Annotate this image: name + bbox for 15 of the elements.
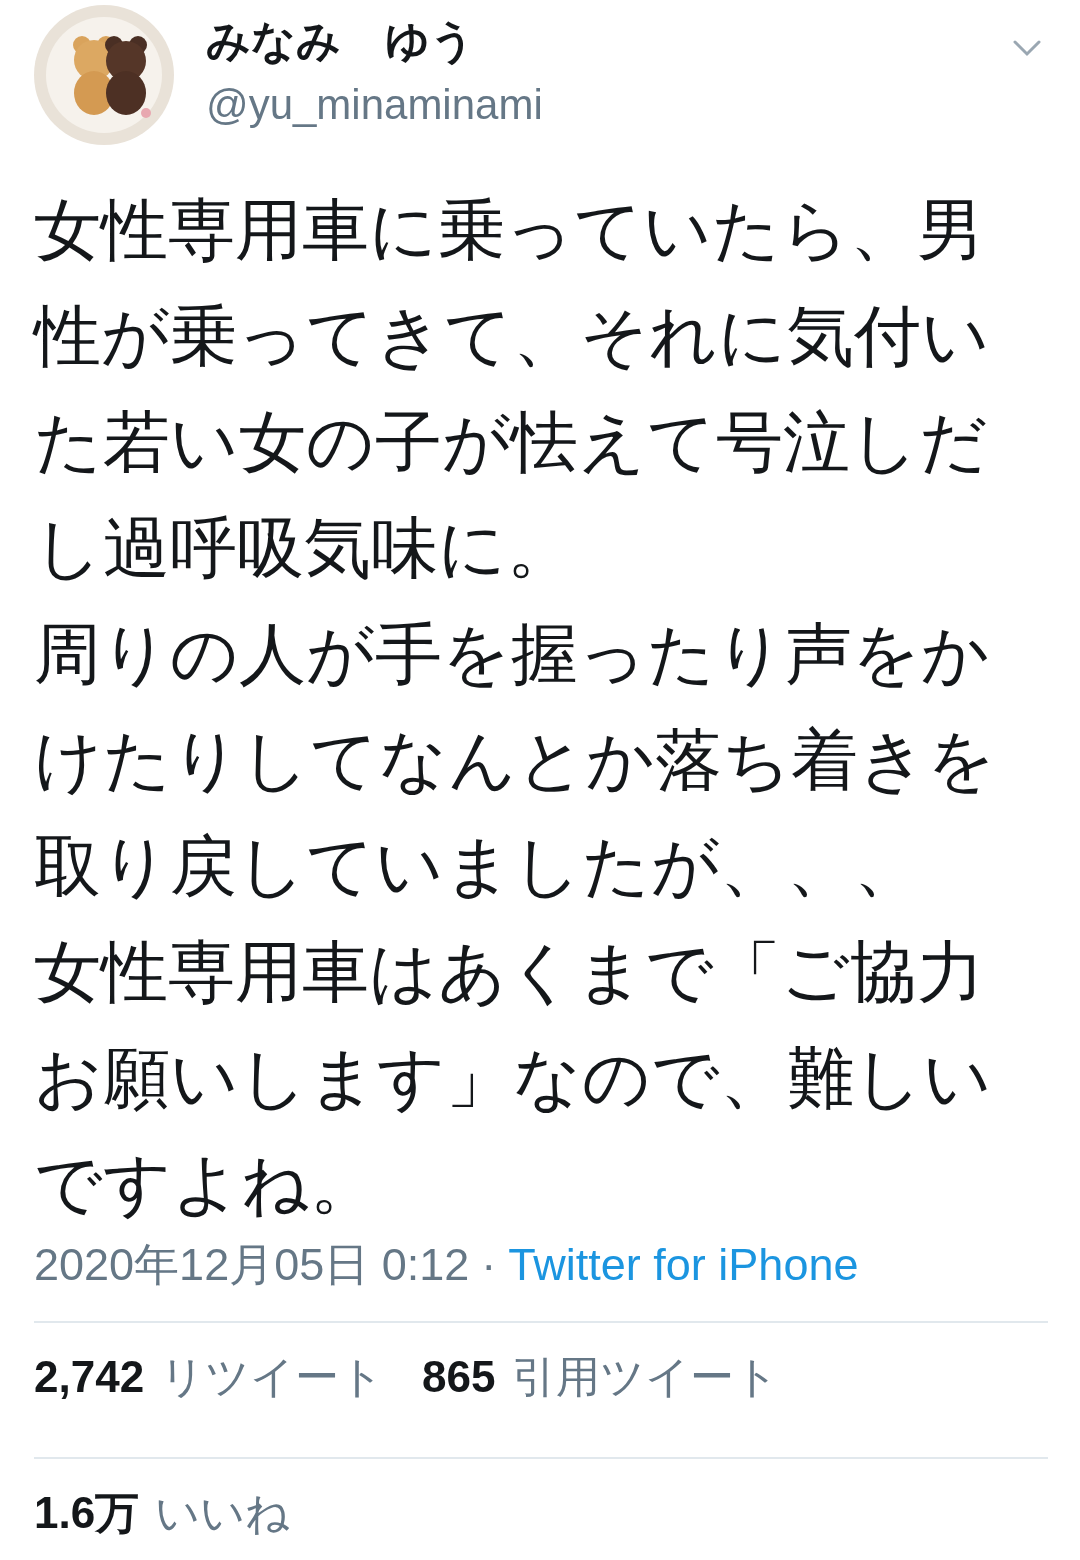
chevron-down-icon[interactable] (1012, 39, 1042, 57)
stat-count[interactable]: 865 (422, 1349, 496, 1405)
like-label[interactable]: いいね (155, 1485, 291, 1541)
stat-count[interactable]: 2,742 (34, 1349, 145, 1405)
tweet-text: 周りの人が手を握ったり声をかけたりしてなんとか落ち着きを取り戻していましたが、、、 (34, 614, 997, 907)
stat-label[interactable]: 引用ツイート (511, 1349, 779, 1405)
author-handle[interactable]: @yu_minaminami (206, 77, 980, 133)
stat-label[interactable]: リツイート (160, 1349, 385, 1405)
author-name[interactable]: みなみ ゆう (206, 13, 980, 69)
tweet-timestamp: 2020年12月05日 0:12 (34, 1238, 470, 1292)
separator-dot: · (481, 1238, 497, 1292)
tweet-text: 女性専用車に乗っていたら、男性が乗ってきて、それに気付いた若い女の子が怯えて号泣しだし過呼吸気味に。 (34, 190, 991, 589)
source-link[interactable]: Twitter for iPhone (508, 1237, 859, 1293)
tweet-text: 女性専用車はあくまで「ご協力お願いします」なので、難しいですよね。 (34, 932, 993, 1225)
like-count[interactable]: 1.6万 (34, 1485, 140, 1541)
